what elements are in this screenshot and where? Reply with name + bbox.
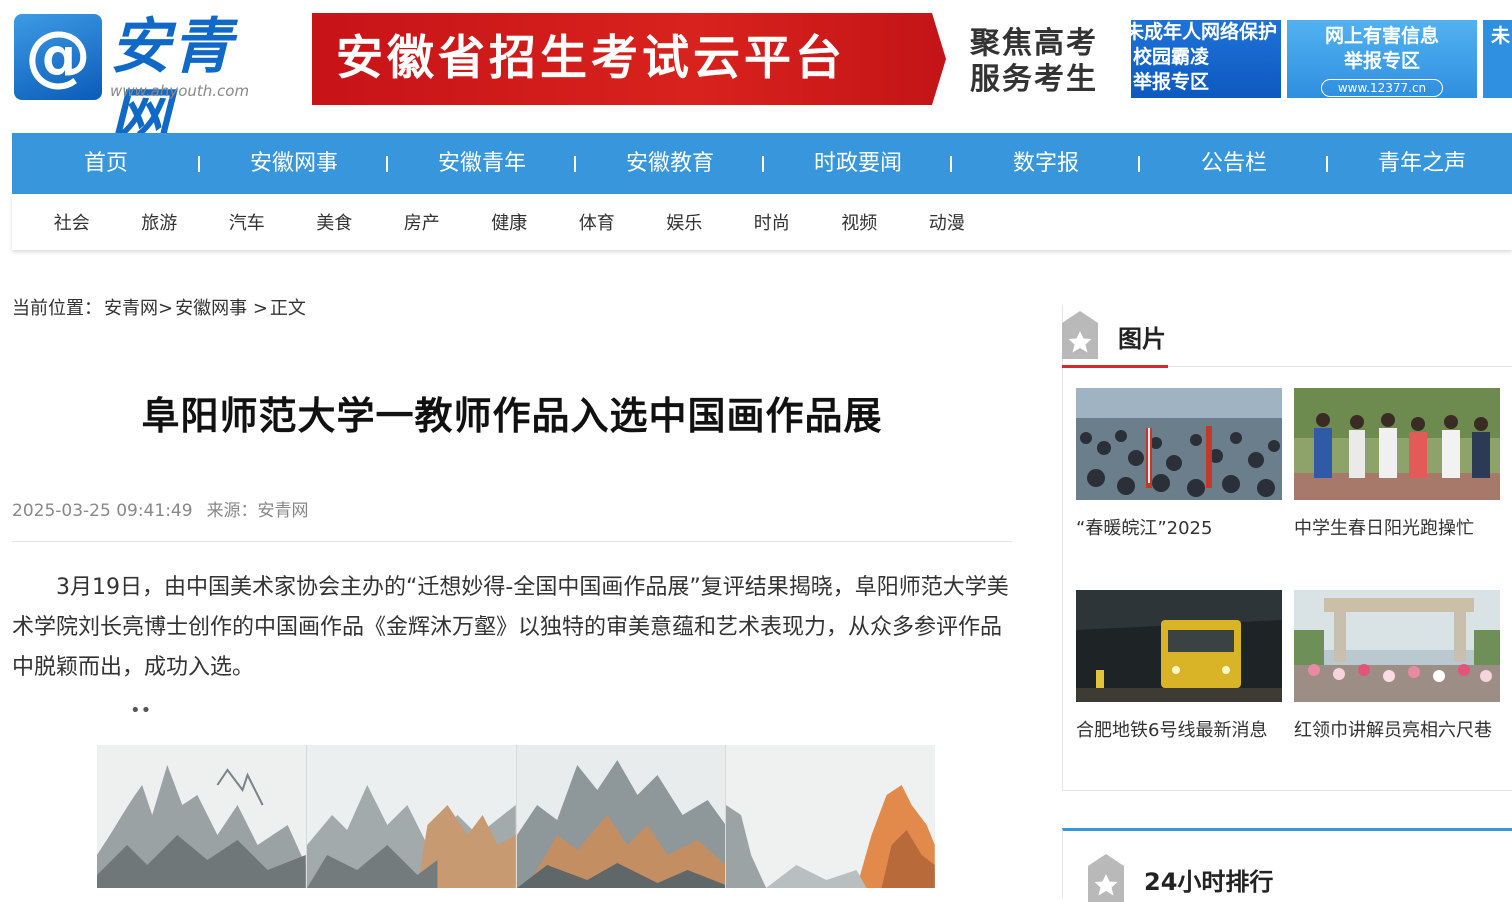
- star-badge-icon: [1062, 311, 1098, 359]
- nav-item-digital-paper[interactable]: 数字报: [952, 133, 1140, 194]
- picture-caption[interactable]: 合肥地铁6号线最新消息: [1076, 716, 1282, 742]
- cut-off-banner[interactable]: 未: [1483, 20, 1512, 98]
- subnav-item-society[interactable]: 社会: [28, 209, 116, 235]
- banner-side-line-1: 聚焦高考: [970, 26, 1098, 61]
- sub-nav: 社会 旅游 汽车 美食 房产 健康 体育 娱乐 时尚 视频 动漫: [12, 194, 1512, 250]
- article-meta: 2025-03-25 09:41:49 来源：安青网: [12, 496, 309, 521]
- painting-panel: [306, 745, 517, 888]
- subnav-item-fashion[interactable]: 时尚: [728, 209, 816, 235]
- breadcrumb-current: 正文: [269, 298, 306, 319]
- banner-main-text: 安徽省招生考试云平台: [336, 31, 846, 86]
- breadcrumb-home-link[interactable]: 安青网: [104, 298, 158, 319]
- subnav-item-video[interactable]: 视频: [816, 209, 904, 235]
- logo-url: www.ahyouth.com: [110, 82, 250, 100]
- subnav-item-sports[interactable]: 体育: [553, 209, 641, 235]
- subnav-item-entertainment[interactable]: 娱乐: [641, 209, 729, 235]
- picture-caption[interactable]: 中学生春日阳光跑操忙: [1294, 514, 1500, 540]
- pictures-title-underline: [1062, 365, 1168, 368]
- nav-item-anhui-news[interactable]: 安徽网事: [200, 133, 388, 194]
- star-badge-icon: [1088, 854, 1124, 902]
- nav-item-home[interactable]: 首页: [12, 133, 200, 194]
- picture-caption[interactable]: 红领巾讲解员亮相六尺巷: [1294, 716, 1500, 742]
- picture-thumbnail[interactable]: [1076, 388, 1282, 500]
- pictures-section-header: 图片: [1062, 305, 1512, 368]
- picture-thumbnail[interactable]: [1294, 388, 1500, 500]
- painting-panel: [97, 745, 307, 888]
- ranking-title: 24小时排行: [1144, 868, 1274, 896]
- picture-item[interactable]: 红领巾讲解员亮相六尺巷: [1294, 590, 1500, 742]
- breadcrumb: 当前位置： 安青网> 安徽网事 > 正文: [12, 294, 308, 320]
- picture-item[interactable]: 合肥地铁6号线最新消息: [1076, 590, 1282, 742]
- breadcrumb-separator: >: [158, 298, 174, 319]
- picture-item[interactable]: 中学生春日阳光跑操忙: [1294, 388, 1500, 540]
- nav-item-youth-voice[interactable]: 青年之声: [1328, 133, 1512, 194]
- ranking-section-header: 24小时排行: [1088, 852, 1388, 902]
- article-dots: ••: [130, 700, 152, 721]
- breadcrumb-prefix: 当前位置：: [12, 298, 102, 319]
- section-rule: [1168, 366, 1512, 367]
- pictures-title: 图片: [1118, 325, 1166, 353]
- promo-2-line-1: 网上有害信息: [1324, 25, 1439, 47]
- picture-caption[interactable]: “春暖皖江”2025: [1076, 514, 1282, 540]
- banner-side-slogan[interactable]: 聚焦高考 服务考生: [970, 26, 1102, 98]
- painting-panel: [726, 745, 935, 888]
- painting-panel: [516, 745, 727, 888]
- nav-item-anhui-youth[interactable]: 安徽青年: [388, 133, 576, 194]
- meta-divider: [12, 541, 1012, 542]
- article-source: 来源：安青网: [206, 501, 309, 521]
- promo-2-line-2: 举报专区: [1343, 50, 1420, 72]
- breadcrumb-section-link[interactable]: 安徽网事: [175, 298, 247, 319]
- subnav-item-auto[interactable]: 汽车: [203, 209, 291, 235]
- subnav-item-anime[interactable]: 动漫: [903, 209, 991, 235]
- promo-1-line-2: 校园霸凌: [1133, 46, 1210, 68]
- promo-3-line-1: 未: [1491, 25, 1511, 47]
- exam-platform-banner[interactable]: 安徽省招生考试云平台: [312, 13, 946, 105]
- promo-2-url: www.12377.cn: [1320, 79, 1444, 97]
- nav-item-politics[interactable]: 时政要闻: [764, 133, 952, 194]
- article-paragraph: 3月19日，由中国美术家协会主办的“迁想妙得-全国中国画作品展”复评结果揭晓，阜…: [12, 575, 1009, 680]
- picture-thumbnail[interactable]: [1294, 590, 1500, 702]
- subnav-item-realestate[interactable]: 房产: [378, 209, 466, 235]
- subnav-item-food[interactable]: 美食: [291, 209, 379, 235]
- nav-item-anhui-education[interactable]: 安徽教育: [576, 133, 764, 194]
- promo-1-line-3: 举报专区: [1133, 71, 1210, 93]
- site-logo[interactable]: @ 安青网 www.ahyouth.com: [14, 12, 276, 152]
- breadcrumb-separator: >: [247, 298, 268, 319]
- subnav-item-health[interactable]: 健康: [466, 209, 554, 235]
- picture-item[interactable]: “春暖皖江”2025: [1076, 388, 1282, 540]
- nav-item-notice-board[interactable]: 公告栏: [1140, 133, 1328, 194]
- minor-protection-banner[interactable]: 未成年人网络保护 校园霸凌 举报专区: [1131, 20, 1281, 98]
- logo-at-icon: @: [14, 14, 102, 100]
- subnav-item-travel[interactable]: 旅游: [116, 209, 204, 235]
- main-nav: 首页 安徽网事 安徽青年 安徽教育 时政要闻 数字报 公告栏 青年之声: [12, 133, 1512, 194]
- article-title: 阜阳师范大学一教师作品入选中国画作品展: [141, 394, 883, 438]
- banner-side-line-2: 服务考生: [970, 62, 1098, 97]
- article-painting-image: [97, 745, 935, 888]
- picture-thumbnail[interactable]: [1076, 590, 1282, 702]
- harmful-info-report-banner[interactable]: 网上有害信息 举报专区 www.12377.cn: [1287, 20, 1477, 98]
- article-date: 2025-03-25 09:41:49: [12, 501, 193, 521]
- promo-1-line-1: 未成年人网络保护: [1131, 21, 1278, 43]
